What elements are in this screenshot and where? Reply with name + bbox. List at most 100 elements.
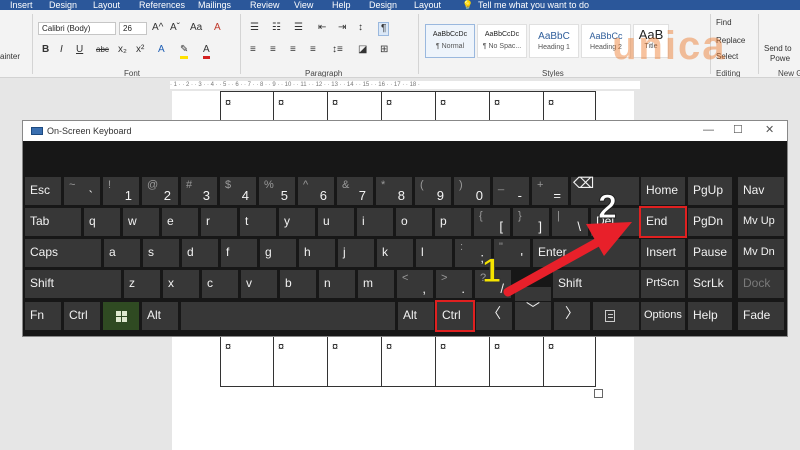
tab-references[interactable]: References bbox=[139, 0, 185, 10]
key-space[interactable] bbox=[181, 302, 395, 330]
table-cell[interactable]: ¤ bbox=[543, 91, 596, 121]
key-up-arrow[interactable] bbox=[515, 287, 551, 301]
key-i[interactable]: i bbox=[357, 208, 393, 236]
table-cell[interactable]: ¤ bbox=[220, 335, 274, 387]
tab-table-design[interactable]: Design bbox=[369, 0, 397, 10]
key-right-bracket[interactable]: }] bbox=[513, 208, 549, 236]
key-shift-right[interactable]: Shift bbox=[553, 270, 639, 298]
clear-formatting-icon[interactable]: A bbox=[214, 22, 221, 34]
tab-review[interactable]: Review bbox=[250, 0, 280, 10]
key-ctrl-left[interactable]: Ctrl bbox=[64, 302, 100, 330]
key-6[interactable]: ^ 6 bbox=[298, 177, 334, 205]
key-z[interactable]: z bbox=[124, 270, 160, 298]
key-period[interactable]: >. bbox=[436, 270, 472, 298]
clipboard-format-painter[interactable]: ainter bbox=[0, 52, 20, 61]
key-e[interactable]: e bbox=[162, 208, 198, 236]
key-windows[interactable] bbox=[103, 302, 139, 330]
shrink-font-icon[interactable]: Aˇ bbox=[170, 22, 180, 34]
key-ctrl-right[interactable]: Ctrl bbox=[435, 300, 475, 332]
key-mv-up[interactable]: Mv Up bbox=[738, 208, 784, 236]
strikethrough-button[interactable]: abc bbox=[96, 44, 109, 56]
superscript-button[interactable]: x² bbox=[136, 44, 144, 56]
key-v[interactable]: v bbox=[241, 270, 277, 298]
style-no-spacing[interactable]: AaBbCcDc ¶ No Spac... bbox=[477, 24, 527, 58]
key-o[interactable]: o bbox=[396, 208, 432, 236]
key-caps[interactable]: Caps bbox=[25, 239, 101, 267]
table-cell[interactable]: ¤ bbox=[381, 91, 436, 121]
key-comma[interactable]: <, bbox=[397, 270, 433, 298]
font-size-select[interactable]: 26 bbox=[119, 22, 147, 35]
sort-icon[interactable]: ↕ bbox=[358, 22, 363, 34]
text-effects-icon[interactable]: A bbox=[158, 44, 165, 56]
tab-design[interactable]: Design bbox=[49, 0, 77, 10]
table-cell[interactable]: ¤ bbox=[543, 335, 596, 387]
key-5[interactable]: % 5 bbox=[259, 177, 295, 205]
key-7[interactable]: & 7 bbox=[337, 177, 373, 205]
bold-button[interactable]: B bbox=[42, 44, 49, 56]
key-9[interactable]: (9 bbox=[415, 177, 451, 205]
key-0[interactable]: ) 0 bbox=[454, 177, 490, 205]
key-h[interactable]: h bbox=[299, 239, 335, 267]
italic-button[interactable]: I bbox=[60, 44, 63, 56]
multilevel-list-icon[interactable]: ☰ bbox=[294, 22, 303, 34]
key-fn[interactable]: Fn bbox=[25, 302, 61, 330]
key-backslash[interactable]: | \ bbox=[552, 208, 588, 236]
key-l[interactable]: l bbox=[416, 239, 452, 267]
borders-icon[interactable]: ⊞ bbox=[380, 44, 388, 56]
key-3[interactable]: #3 bbox=[181, 177, 217, 205]
key-equals[interactable]: + = bbox=[532, 177, 568, 205]
key-right-arrow[interactable]: 〉 bbox=[554, 302, 590, 330]
key-a[interactable]: a bbox=[104, 239, 140, 267]
key-pause[interactable]: Pause bbox=[688, 239, 732, 267]
key-b[interactable]: b bbox=[280, 270, 316, 298]
key-w[interactable]: w bbox=[123, 208, 159, 236]
table-cell[interactable]: ¤ bbox=[489, 91, 544, 121]
key-options[interactable]: Options bbox=[641, 302, 685, 330]
table-resize-handle[interactable] bbox=[594, 389, 603, 398]
table-cell[interactable]: ¤ bbox=[273, 335, 328, 387]
table-cell[interactable]: ¤ bbox=[327, 91, 382, 121]
key-k[interactable]: k bbox=[377, 239, 413, 267]
key-m[interactable]: m bbox=[358, 270, 394, 298]
font-family-select[interactable]: Calibri (Body) bbox=[38, 22, 116, 35]
key-d[interactable]: d bbox=[182, 239, 218, 267]
key-insert[interactable]: Insert bbox=[641, 239, 685, 267]
key-nav[interactable]: Nav bbox=[738, 177, 784, 205]
subscript-button[interactable]: x₂ bbox=[118, 44, 127, 56]
key-r[interactable]: r bbox=[201, 208, 237, 236]
style-heading-1[interactable]: AaBbC Heading 1 bbox=[529, 24, 579, 58]
tab-insert[interactable]: Insert bbox=[10, 0, 33, 10]
key-end[interactable]: End bbox=[639, 206, 687, 238]
key-2[interactable]: @2 bbox=[142, 177, 178, 205]
key-pgup[interactable]: PgUp bbox=[688, 177, 732, 205]
key-mv-dn[interactable]: Mv Dn bbox=[738, 239, 784, 267]
key-t[interactable]: t bbox=[240, 208, 276, 236]
key-s[interactable]: s bbox=[143, 239, 179, 267]
key-c[interactable]: c bbox=[202, 270, 238, 298]
tab-help[interactable]: Help bbox=[332, 0, 351, 10]
decrease-indent-icon[interactable]: ⇤ bbox=[318, 22, 326, 34]
minimize-button[interactable]: — bbox=[703, 124, 714, 137]
justify-icon[interactable]: ≡ bbox=[310, 44, 316, 56]
table-cell[interactable]: ¤ bbox=[381, 335, 436, 387]
osk-title-bar[interactable]: On-Screen Keyboard — ☐ ✕ bbox=[23, 121, 787, 141]
key-pgdn[interactable]: PgDn bbox=[688, 208, 732, 236]
key-minus[interactable]: _ - bbox=[493, 177, 529, 205]
style-normal[interactable]: AaBbCcDc ¶ Normal bbox=[425, 24, 475, 58]
key-g[interactable]: g bbox=[260, 239, 296, 267]
align-right-icon[interactable]: ≡ bbox=[290, 44, 296, 56]
key-help[interactable]: Help bbox=[688, 302, 732, 330]
key-enter[interactable]: Enter bbox=[533, 239, 639, 267]
key-4[interactable]: $4 bbox=[220, 177, 256, 205]
key-f[interactable]: f bbox=[221, 239, 257, 267]
key-p[interactable]: p bbox=[435, 208, 471, 236]
key-esc[interactable]: Esc bbox=[25, 177, 61, 205]
key-8[interactable]: * 8 bbox=[376, 177, 412, 205]
key-scrlk[interactable]: ScrLk bbox=[688, 270, 732, 298]
tab-mailings[interactable]: Mailings bbox=[198, 0, 231, 10]
table-cell[interactable]: ¤ bbox=[273, 91, 328, 121]
key-dock[interactable]: Dock bbox=[738, 270, 784, 298]
align-left-icon[interactable]: ≡ bbox=[250, 44, 256, 56]
tell-me-box[interactable]: Tell me what you want to do bbox=[478, 0, 589, 10]
shading-icon[interactable]: ◪ bbox=[358, 44, 367, 56]
